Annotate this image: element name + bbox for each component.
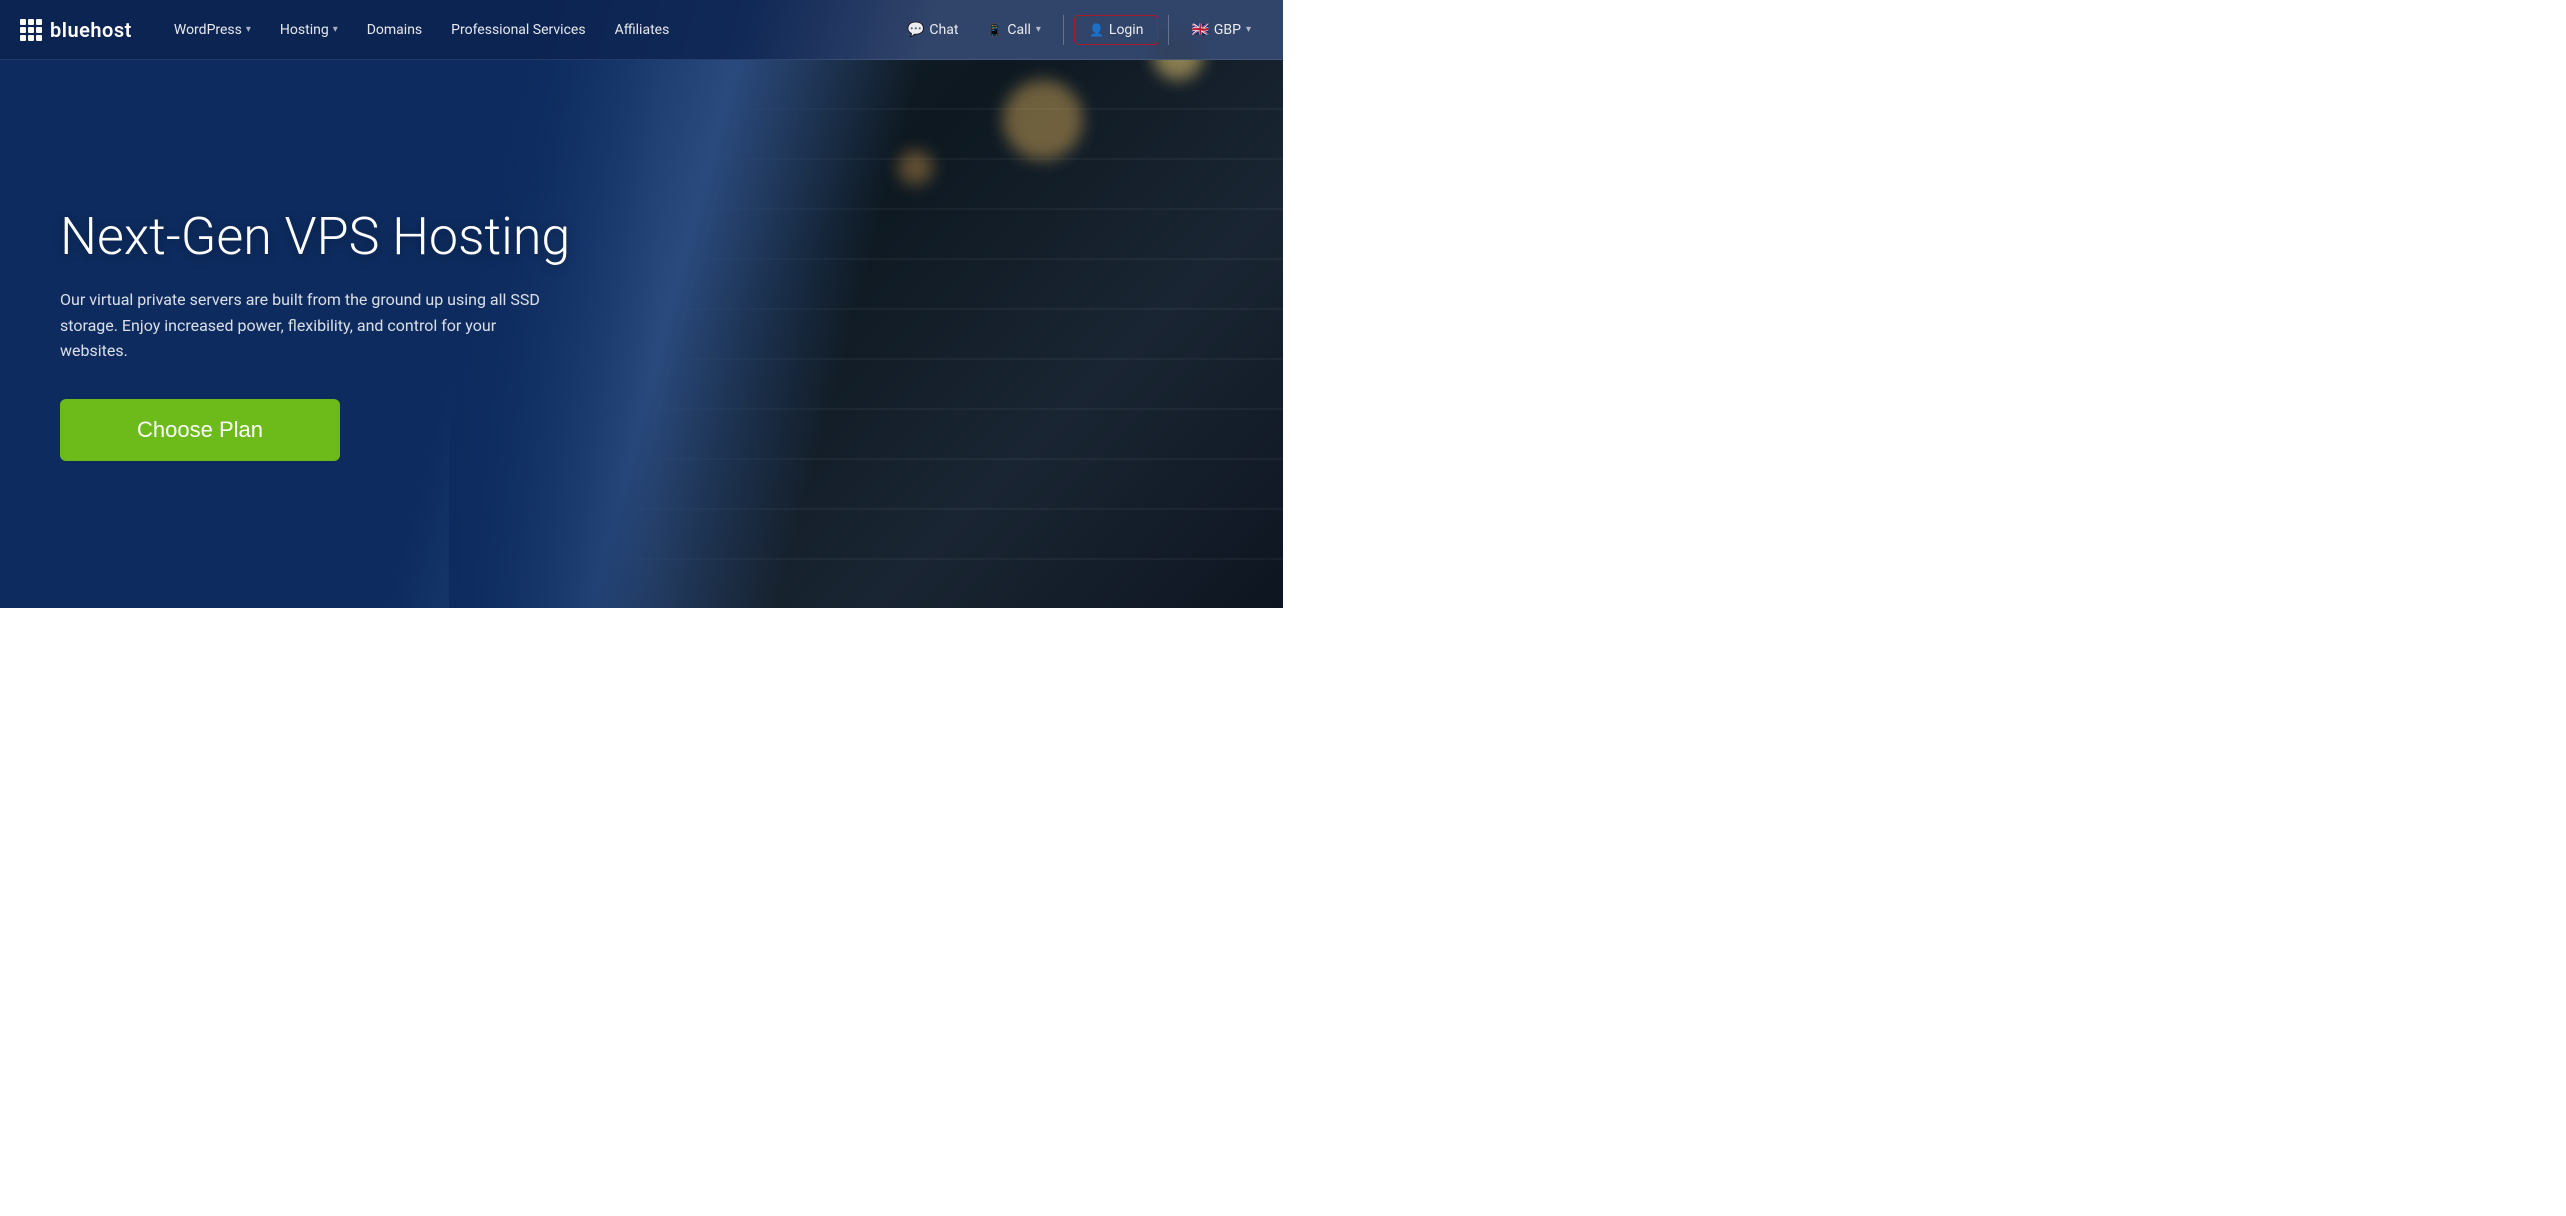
nav-menu: WordPress ▾ Hosting ▾ Domains Profession… [162,14,681,46]
nav-hosting-arrow: ▾ [333,24,338,35]
nav-wordpress-arrow: ▾ [246,24,251,35]
login-label: Login [1109,22,1144,38]
login-button[interactable]: 👤 Login [1074,15,1158,45]
chat-icon: 💬 [907,22,924,38]
currency-dropdown-arrow: ▾ [1246,24,1251,35]
header-left: bluehost WordPress ▾ Hosting ▾ Domains P… [20,14,681,46]
hero-subtitle: Our virtual private servers are built fr… [60,287,540,364]
hero-content: Next-Gen VPS Hosting Our virtual private… [0,60,642,608]
bokeh-light-3 [898,150,933,185]
nav-item-domains[interactable]: Domains [355,14,434,46]
header-right: 💬 Chat 📱 Call ▾ 👤 Login 🇬🇧 GBP ▾ [895,14,1263,46]
header-divider-1 [1063,15,1064,45]
nav-domains-label: Domains [367,22,422,38]
call-label: Call [1007,22,1031,38]
call-button[interactable]: 📱 Call ▾ [975,14,1053,46]
currency-selector[interactable]: 🇬🇧 GBP ▾ [1179,14,1263,46]
call-icon: 📱 [987,23,1002,37]
header: bluehost WordPress ▾ Hosting ▾ Domains P… [0,0,1283,60]
logo-grid-icon [20,19,42,41]
currency-flag-icon: 🇬🇧 [1191,22,1208,38]
nav-affiliates-label: Affiliates [615,22,670,38]
nav-wordpress-label: WordPress [174,22,242,38]
nav-item-hosting[interactable]: Hosting ▾ [268,14,350,46]
call-dropdown-arrow: ▾ [1036,24,1041,35]
chat-label: Chat [929,22,958,38]
chat-button[interactable]: 💬 Chat [895,14,970,46]
bokeh-light-1 [1003,80,1083,160]
currency-label: GBP [1214,22,1241,38]
login-icon: 👤 [1089,23,1104,37]
nav-item-wordpress[interactable]: WordPress ▾ [162,14,263,46]
nav-item-affiliates[interactable]: Affiliates [603,14,682,46]
page-wrapper: bluehost WordPress ▾ Hosting ▾ Domains P… [0,0,1283,608]
nav-item-professional-services[interactable]: Professional Services [439,14,597,46]
header-divider-2 [1168,15,1169,45]
hero-title: Next-Gen VPS Hosting [60,207,582,267]
choose-plan-button[interactable]: Choose Plan [60,399,340,461]
logo-text: bluehost [50,18,132,42]
nav-professional-services-label: Professional Services [451,22,585,38]
nav-hosting-label: Hosting [280,22,329,38]
logo[interactable]: bluehost [20,18,132,42]
